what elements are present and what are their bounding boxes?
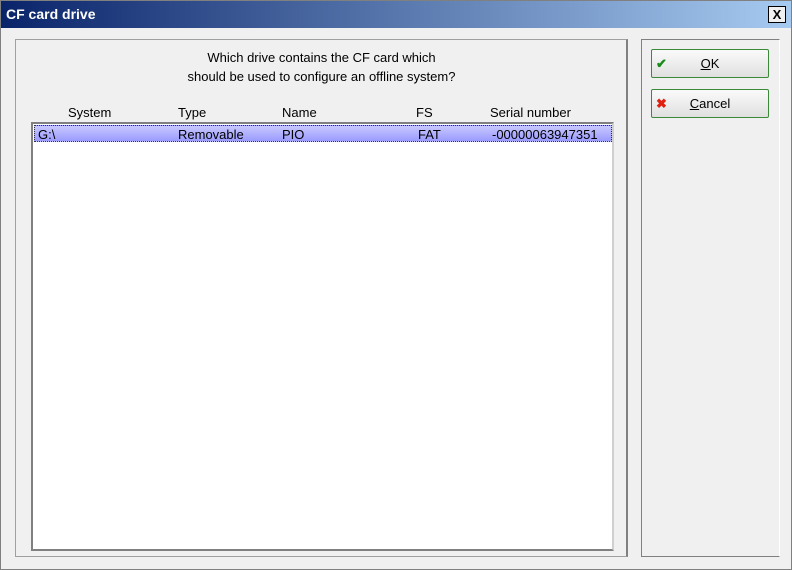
cell-name: PIO	[282, 127, 305, 142]
cell-system: G:\	[38, 127, 56, 142]
checkmark-icon: ✔	[656, 56, 667, 71]
column-header-serial[interactable]: Serial number	[490, 105, 571, 121]
title-bar: CF card drive X	[1, 1, 791, 28]
cell-type: Removable	[178, 127, 244, 142]
column-header-fs[interactable]: FS	[416, 105, 433, 121]
cancel-label: ancel	[699, 96, 731, 111]
table-row[interactable]: G:\ Removable PIO FAT -00000063947351	[34, 125, 612, 142]
window-title: CF card drive	[6, 6, 96, 22]
column-header-name[interactable]: Name	[282, 105, 317, 121]
cancel-button[interactable]: ✖ Cancel	[651, 89, 769, 118]
ok-mnemonic: O	[700, 56, 711, 71]
column-header-type[interactable]: Type	[178, 105, 206, 121]
question-text: Which drive contains the CF card which s…	[15, 48, 628, 86]
ok-label: K	[710, 56, 720, 71]
cell-fs: FAT	[418, 127, 441, 142]
cell-serial: -00000063947351	[492, 127, 598, 142]
cross-icon: ✖	[656, 96, 667, 111]
cancel-mnemonic: C	[689, 96, 700, 111]
question-line-2: should be used to configure an offline s…	[187, 69, 456, 84]
ok-button[interactable]: ✔ OK	[651, 49, 769, 78]
column-header-system[interactable]: System	[68, 105, 111, 121]
close-button[interactable]: X	[768, 6, 786, 23]
drive-list[interactable]: G:\ Removable PIO FAT -00000063947351	[31, 122, 614, 551]
question-line-1: Which drive contains the CF card which	[207, 50, 436, 65]
